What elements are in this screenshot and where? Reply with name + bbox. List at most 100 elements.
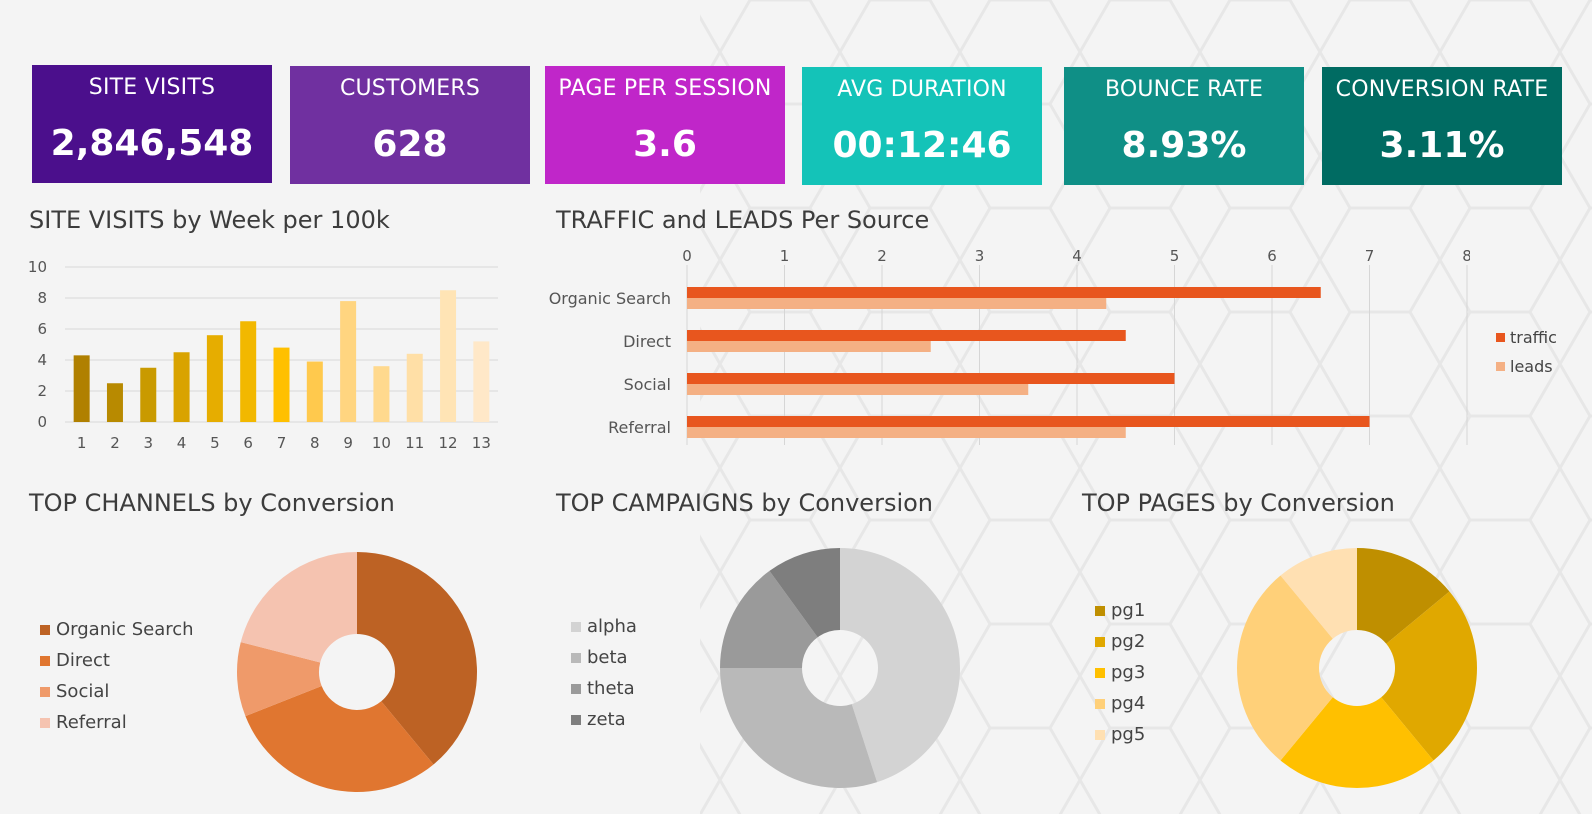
bar-traffic <box>687 287 1321 298</box>
slice-referral <box>240 552 357 663</box>
x-tick-label: 13 <box>472 434 491 452</box>
legend-item: Social <box>40 676 194 707</box>
kpi-card-avg-duration: AVG DURATION 00:12:46 <box>802 67 1042 185</box>
kpi-card-page-per-session: PAGE PER SESSION 3.6 <box>545 66 785 184</box>
legend-item: theta <box>571 673 637 704</box>
bar-week-3 <box>140 367 157 422</box>
legend-label: beta <box>587 647 628 668</box>
legend-item: zeta <box>571 704 637 735</box>
legend-item: pg3 <box>1095 657 1145 688</box>
legend-label: alpha <box>587 616 637 637</box>
legend-swatch <box>40 717 50 728</box>
kpi-value: 2,846,548 <box>50 123 254 164</box>
kpi-label: AVG DURATION <box>837 77 1007 102</box>
x-tick-label: 8 <box>310 434 320 452</box>
bar-week-4 <box>173 352 190 422</box>
bar-week-6 <box>240 321 257 422</box>
y-tick-label: 8 <box>37 289 47 307</box>
legend-label: Referral <box>56 712 127 733</box>
legend-item: alpha <box>571 611 637 642</box>
x-tick-label: 3 <box>975 247 985 265</box>
legend-item: Direct <box>40 645 194 676</box>
kpi-card-site-visits: SITE VISITS 2,846,548 <box>32 65 272 183</box>
channels-donut-chart <box>236 552 478 792</box>
legend-swatch <box>1496 333 1505 342</box>
legend-swatch <box>571 621 581 632</box>
pages-legend: pg1 pg2 pg3 pg4 pg5 <box>1095 595 1145 750</box>
legend-swatch <box>40 686 50 697</box>
x-tick-label: 8 <box>1462 247 1470 265</box>
kpi-value: 00:12:46 <box>832 125 1012 166</box>
kpi-label: CONVERSION RATE <box>1335 77 1549 102</box>
legend-swatch <box>1095 605 1105 616</box>
x-tick-label: 7 <box>277 434 287 452</box>
legend-label: pg2 <box>1111 631 1146 652</box>
x-tick-label: 2 <box>110 434 120 452</box>
legend-label: traffic <box>1510 328 1557 347</box>
legend-label: Direct <box>56 650 110 671</box>
legend-swatch <box>40 624 50 635</box>
legend-label: pg3 <box>1111 662 1146 683</box>
y-tick-label: 10 <box>28 258 47 276</box>
y-tick-label: 6 <box>37 320 47 338</box>
legend-item: pg4 <box>1095 688 1145 719</box>
chart-title-top-campaigns: TOP CAMPAIGNS by Conversion <box>556 489 934 517</box>
channels-legend: Organic Search Direct Social Referral <box>40 614 194 738</box>
legend-item: Referral <box>40 707 194 738</box>
legend-label: pg5 <box>1111 724 1146 745</box>
x-tick-label: 5 <box>210 434 220 452</box>
legend-item: beta <box>571 642 637 673</box>
kpi-value: 8.93% <box>1121 125 1247 166</box>
bar-week-8 <box>306 361 323 422</box>
kpi-value: 3.6 <box>633 124 697 165</box>
x-tick-label: 1 <box>780 247 790 265</box>
bar-leads <box>687 384 1029 395</box>
traffic-leads-bar-chart: 0 1 2 3 4 5 6 7 8 Organic Search Direct Social Refer… <box>549 247 1470 445</box>
bar-traffic <box>687 373 1175 384</box>
legend-swatch <box>571 714 581 725</box>
x-tick-label: 6 <box>1267 247 1277 265</box>
bar-week-5 <box>206 335 223 422</box>
x-tick-label: 0 <box>682 247 692 265</box>
bar-leads <box>687 341 931 352</box>
bar-week-1 <box>73 355 90 422</box>
x-tick-label: 2 <box>877 247 887 265</box>
legend-item: pg1 <box>1095 595 1145 626</box>
legend-label: leads <box>1510 357 1553 376</box>
legend-swatch <box>1095 698 1105 709</box>
bar-week-11 <box>406 353 423 422</box>
chart-title-top-channels: TOP CHANNELS by Conversion <box>29 489 395 517</box>
legend-label: Social <box>56 681 110 702</box>
kpi-label: SITE VISITS <box>88 75 216 100</box>
chart-title-traffic-leads: TRAFFIC and LEADS Per Source <box>556 206 930 234</box>
y-tick-label: 4 <box>37 351 47 369</box>
slice-beta <box>720 668 878 788</box>
bar-traffic <box>687 330 1126 341</box>
y-tick-label: 2 <box>37 382 47 400</box>
legend-swatch <box>571 652 581 663</box>
bar-week-12 <box>440 290 457 422</box>
traffic-leads-legend: traffic leads <box>1496 328 1557 376</box>
x-tick-label: 4 <box>177 434 187 452</box>
x-tick-label: 4 <box>1072 247 1082 265</box>
x-tick-label: 5 <box>1170 247 1180 265</box>
x-tick-label: 3 <box>143 434 153 452</box>
kpi-card-conversion-rate: CONVERSION RATE 3.11% <box>1322 67 1562 185</box>
x-tick-label: 1 <box>77 434 87 452</box>
chart-title-site-visits: SITE VISITS by Week per 100k <box>29 206 390 234</box>
x-tick-label: 12 <box>438 434 457 452</box>
legend-label: theta <box>587 678 635 699</box>
legend-label: Organic Search <box>56 619 194 640</box>
legend-swatch <box>1095 729 1105 740</box>
x-tick-label: 9 <box>343 434 353 452</box>
x-tick-label: 10 <box>372 434 391 452</box>
bar-traffic <box>687 416 1370 427</box>
y-tick-label: 0 <box>37 413 47 431</box>
bar-week-9 <box>340 301 357 422</box>
x-tick-label: 6 <box>243 434 253 452</box>
kpi-label: PAGE PER SESSION <box>558 76 772 101</box>
kpi-value: 3.11% <box>1379 125 1505 166</box>
category-label: Direct <box>623 332 671 351</box>
campaigns-donut-chart <box>720 548 960 788</box>
x-tick-label: 11 <box>405 434 424 452</box>
